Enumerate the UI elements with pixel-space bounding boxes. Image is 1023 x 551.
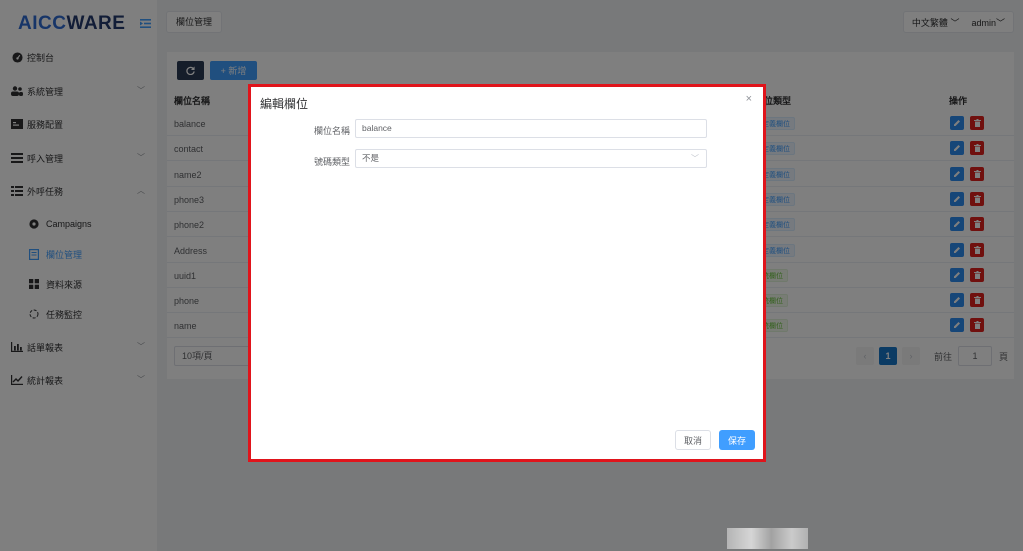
- cancel-button[interactable]: 取消: [675, 430, 711, 450]
- field-name-input[interactable]: balance: [355, 119, 707, 138]
- chevron-down-icon: ﹀: [691, 154, 699, 163]
- field-name-label: 欄位名稱: [314, 126, 351, 136]
- number-type-select[interactable]: 不是 ﹀: [355, 149, 707, 168]
- dialog-title: 編輯欄位: [260, 97, 309, 111]
- blurred-watermark: [727, 528, 808, 549]
- save-button[interactable]: 保存: [719, 430, 755, 450]
- number-type-label: 號碼類型: [314, 157, 351, 167]
- close-icon[interactable]: ×: [746, 93, 752, 105]
- edit-field-dialog: 編輯欄位 × 欄位名稱 balance 號碼類型 不是 ﹀ 取消 保存: [248, 84, 766, 462]
